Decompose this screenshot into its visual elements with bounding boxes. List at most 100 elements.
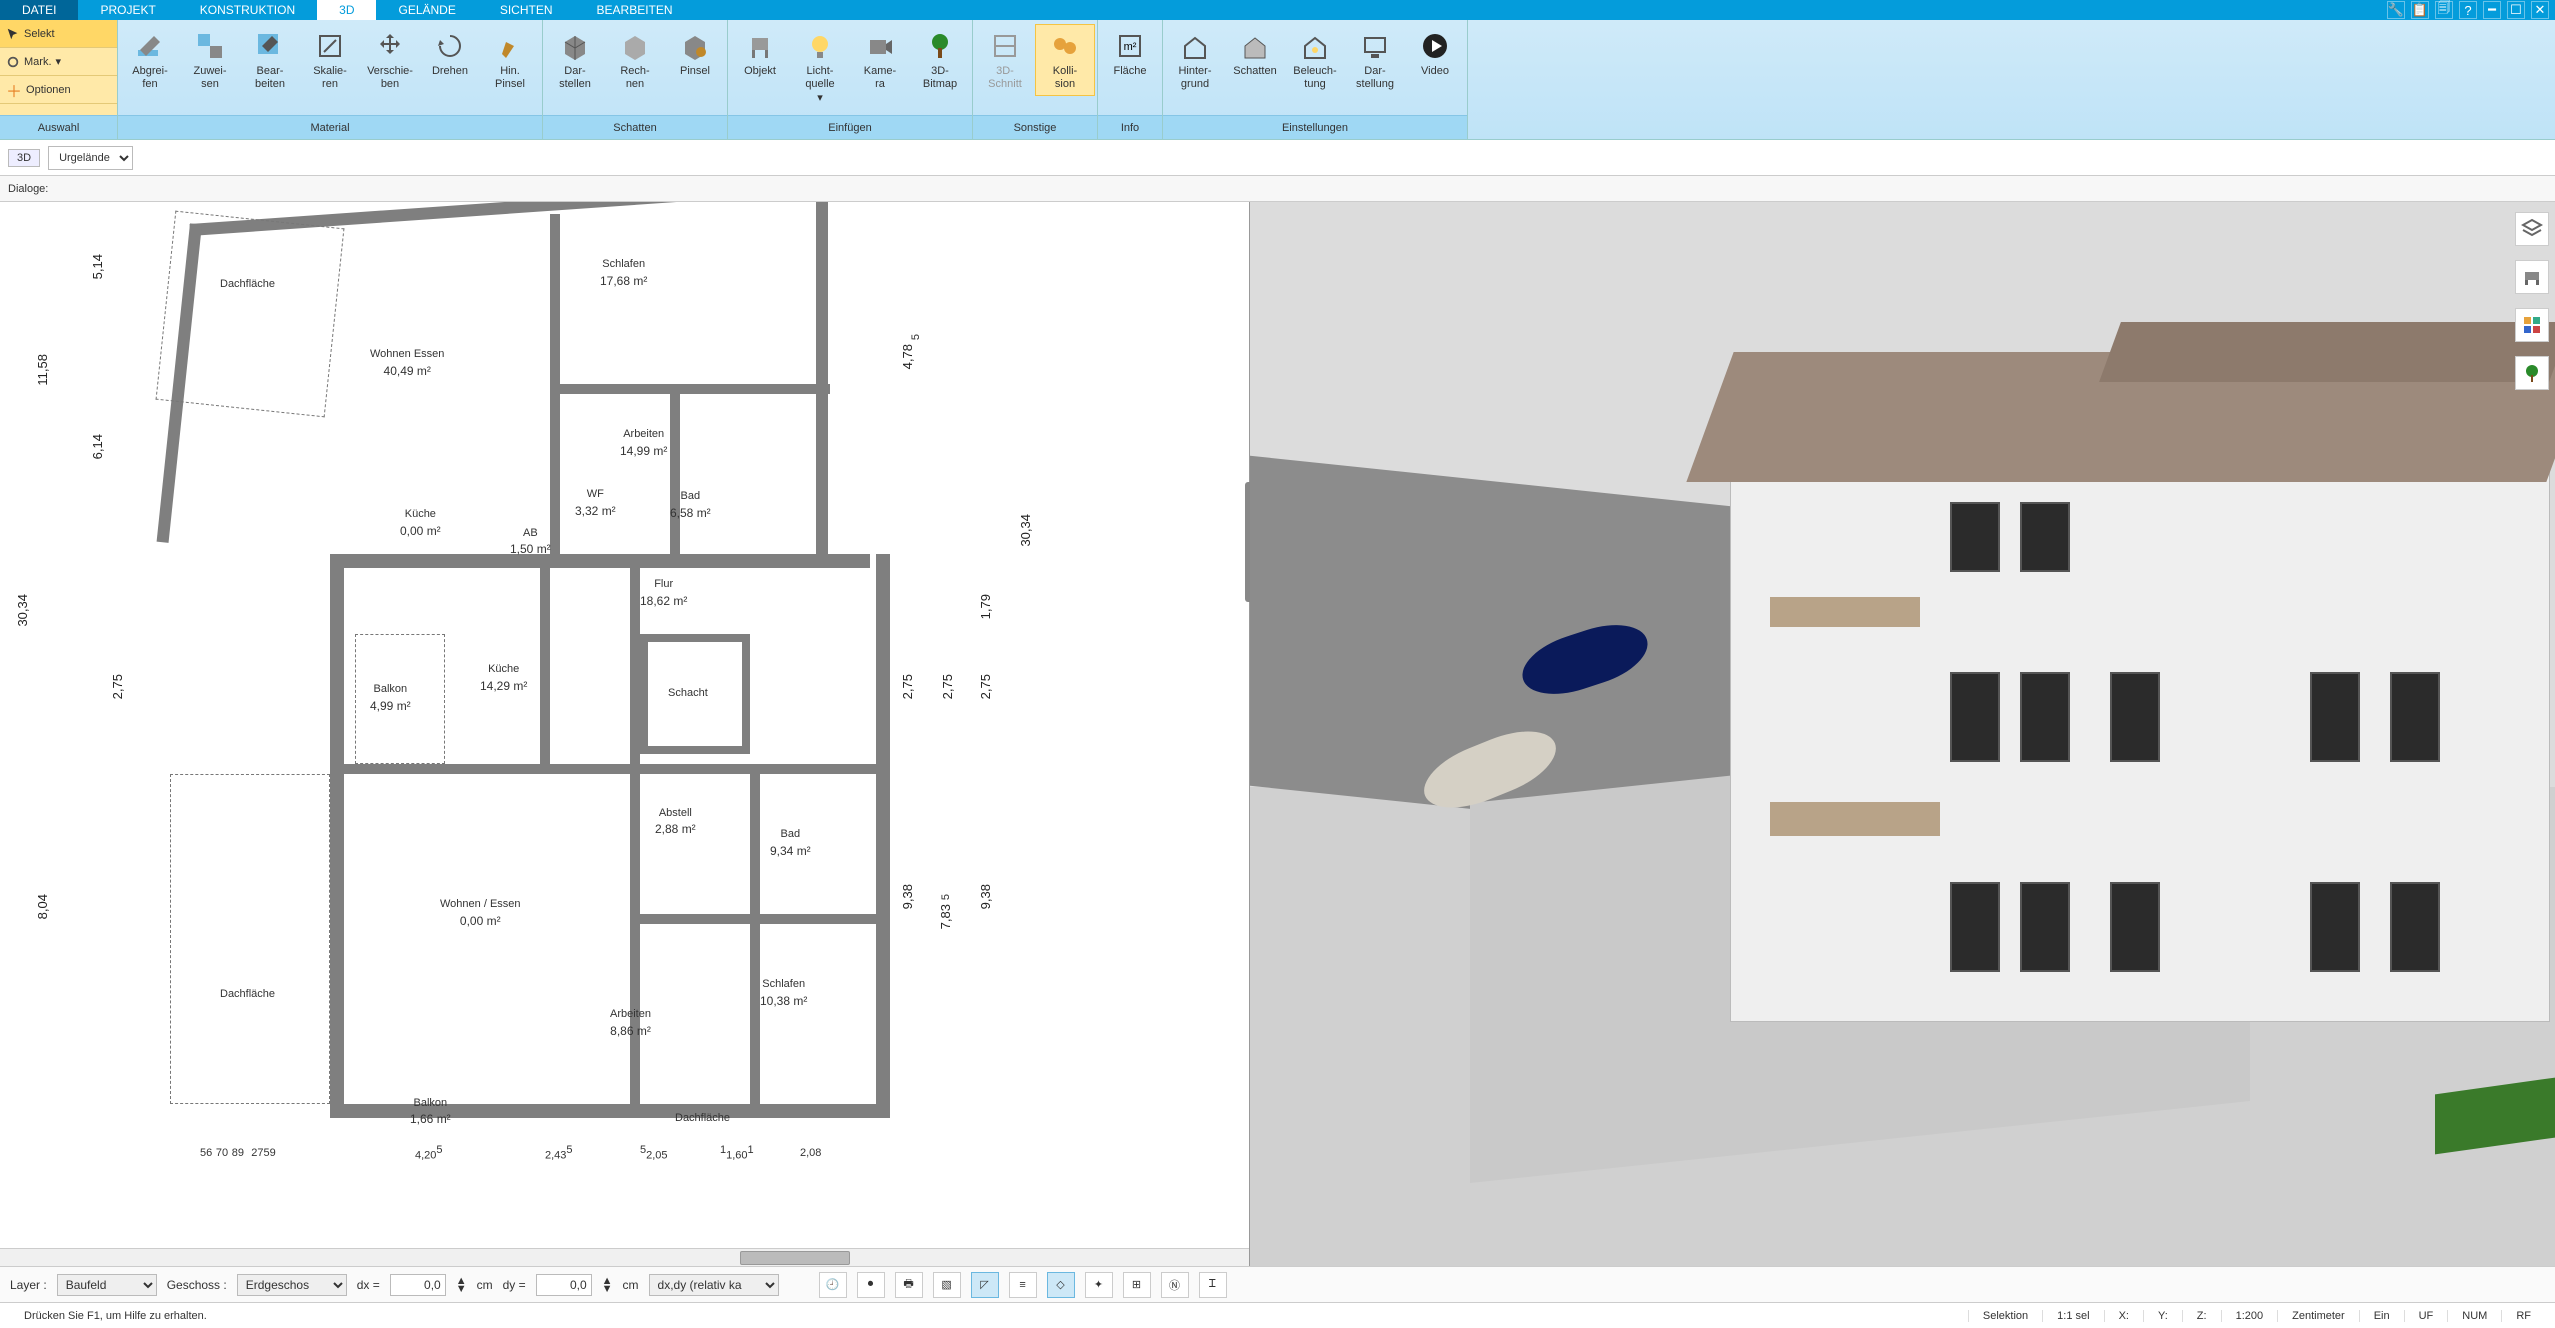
hintergrund-button[interactable]: Hinter- grund [1165,24,1225,96]
grid-icon[interactable]: ⊞ [1123,1272,1151,1298]
room-schlafen2: Schlafen [762,978,805,990]
status-rf: RF [2501,1310,2545,1322]
bearbeiten-button[interactable]: Bear- beiten [240,24,300,96]
kollision-button[interactable]: Kolli- sion [1035,24,1095,96]
snap-parallel-icon[interactable]: ≡ [1009,1272,1037,1298]
close-icon[interactable]: ✕ [2531,1,2549,19]
dim-6-14: 6,14 [90,434,105,459]
tool-wrench-icon[interactable]: 🔧 [2387,1,2405,19]
group-label-einfuegen: Einfügen [728,115,972,139]
area-icon: m² [1114,30,1146,62]
room-arbeiten1: Arbeiten [623,428,664,440]
print-icon[interactable]: 🖶 [895,1272,923,1298]
bottom-toolbar: Layer : Baufeld Geschoss : Erdgeschos dx… [0,1266,2555,1302]
zuweisen-button[interactable]: Zuwei- sen [180,24,240,96]
hinpinsel-button[interactable]: Hin. Pinsel [480,24,540,96]
gear-icon [6,55,20,69]
plants-panel-icon[interactable] [2515,356,2549,390]
beleuchtung-button[interactable]: Beleuch- tung [1285,24,1345,96]
3dschnitt-button[interactable]: 3D- Schnitt [975,24,1035,96]
darstellung-button[interactable]: Dar- stellung [1345,24,1405,96]
kamera-button[interactable]: Kame- ra [850,24,910,96]
collision-icon [1049,30,1081,62]
menu-projekt[interactable]: PROJEKT [78,0,177,20]
tool-doc-icon[interactable]: 🗐 [2435,1,2453,19]
house-light-icon [1299,30,1331,62]
abgreifen-button[interactable]: Abgrei- fen [120,24,180,96]
snap-intersect-icon[interactable]: ✦ [1085,1272,1113,1298]
minimize-icon[interactable]: ━ [2483,1,2501,19]
tool-clipboard-icon[interactable]: 📋 [2411,1,2429,19]
snap-angle-icon[interactable]: ◸ [971,1272,999,1298]
dx-down-icon[interactable]: ▼ [456,1285,467,1293]
dx-input[interactable] [390,1274,446,1296]
scale-icon [314,30,346,62]
cm-label2: cm [623,1278,639,1292]
horizontal-scrollbar[interactable] [0,1248,1249,1266]
menu-gelaende[interactable]: GELÄNDE [376,0,477,20]
brush-icon [494,30,526,62]
north-icon[interactable]: Ⓝ [1161,1272,1189,1298]
menu-3d[interactable]: 3D [317,0,376,20]
mark-button[interactable]: Mark.▾ [0,48,117,76]
drehen-button[interactable]: Drehen [420,24,480,83]
verschieben-button[interactable]: Verschie- ben [360,24,420,96]
layer-select[interactable]: Urgelände [48,146,133,170]
flaeche-button[interactable]: m²Fläche [1100,24,1160,83]
layer-dropdown[interactable]: Baufeld [57,1274,157,1296]
rotate-icon [434,30,466,62]
select-button[interactable]: Selekt [0,20,117,48]
menu-datei[interactable]: DATEI [0,0,78,20]
skalieren-button[interactable]: Skalie- ren [300,24,360,96]
menu-bearbeiten[interactable]: BEARBEITEN [575,0,695,20]
dim-4-20: 4,20 [415,1149,436,1161]
context-bar: 3D Urgelände [0,140,2555,176]
edit-icon [254,30,286,62]
room-kueche1: Küche [405,508,436,520]
record-icon[interactable]: ⏺ [857,1272,885,1298]
licht-button[interactable]: Licht- quelle▾ [790,24,850,109]
options-button[interactable]: ＋ Optionen [0,76,117,104]
layers-toggle-icon[interactable]: ▧ [933,1272,961,1298]
dy-down-icon[interactable]: ▼ [602,1285,613,1293]
menu-konstruktion[interactable]: KONSTRUKTION [178,0,317,20]
house-shadow-icon [1239,30,1271,62]
dim-1-79: 1,79 [978,594,993,619]
darstellen-button[interactable]: Dar- stellen [545,24,605,96]
objekt-button[interactable]: Objekt [730,24,790,83]
plus-icon: ＋ [6,78,22,102]
floorplan-viewport[interactable]: Dachfläche Wohnen Essen40,49 m² Schlafen… [0,202,1250,1266]
ribbon-group-sonstige: 3D- Schnitt Kolli- sion Sonstige [973,20,1098,139]
text-cursor-icon[interactable]: Ꮖ [1199,1272,1227,1298]
video-button[interactable]: Video [1405,24,1465,83]
status-ratio: 1:1 sel [2042,1310,2103,1322]
rechnen-button[interactable]: Rech- nen [605,24,665,96]
scrollbar-thumb[interactable] [740,1251,850,1265]
clock-icon[interactable]: 🕘 [819,1272,847,1298]
furniture-panel-icon[interactable] [2515,260,2549,294]
chair-icon [744,30,776,62]
pinsel-button[interactable]: Pinsel [665,24,725,83]
help-icon[interactable]: ? [2459,1,2477,19]
svg-text:m²: m² [1124,41,1137,53]
cursor-icon [6,27,20,41]
dy-input[interactable] [536,1274,592,1296]
3dbitmap-button[interactable]: 3D- Bitmap [910,24,970,96]
cm-label1: cm [477,1278,493,1292]
status-ein: Ein [2359,1310,2404,1322]
status-z: Z: [2182,1310,2221,1322]
coord-mode-dropdown[interactable]: dx,dy (relativ ka [649,1274,779,1296]
dim-2-75-r2: 2,75 [940,674,955,699]
materials-panel-icon[interactable] [2515,308,2549,342]
calc-cube-icon [619,30,651,62]
dim-1-60: 1,60 [726,1149,747,1161]
3d-viewport[interactable] [1250,202,2555,1266]
status-num: NUM [2447,1310,2501,1322]
layers-panel-icon[interactable] [2515,212,2549,246]
dim-30-34-r: 30,34 [1018,514,1033,547]
menu-sichten[interactable]: SICHTEN [478,0,575,20]
snap-plane-icon[interactable]: ◇ [1047,1272,1075,1298]
geschoss-dropdown[interactable]: Erdgeschos [237,1274,347,1296]
maximize-icon[interactable]: ☐ [2507,1,2525,19]
schatten-settings-button[interactable]: Schatten [1225,24,1285,83]
